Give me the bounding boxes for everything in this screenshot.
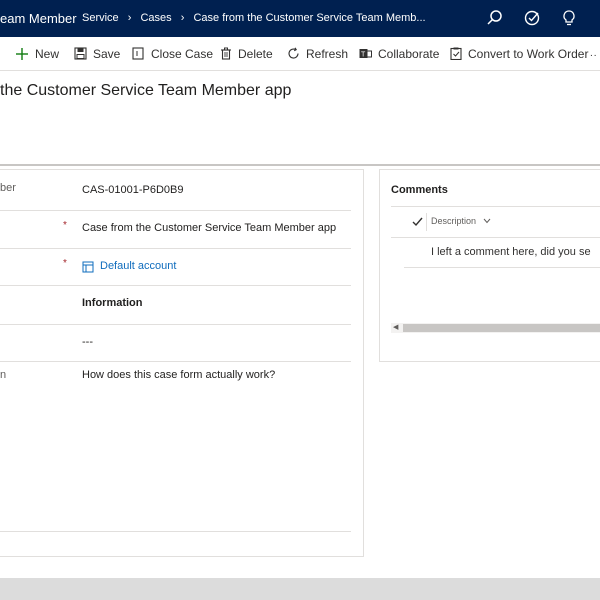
lightbulb-icon[interactable] [560, 9, 578, 27]
collaborate-button[interactable]: T Collaborate [359, 37, 439, 70]
empty-field-value[interactable]: --- [82, 336, 93, 348]
description-label: n [0, 369, 7, 381]
origin-row: Information [0, 285, 351, 325]
comments-header: Comments [391, 184, 448, 196]
comments-grid-header: Description [391, 206, 600, 238]
refresh-icon [288, 47, 299, 59]
chevron-right-icon: › [127, 12, 132, 24]
close-case-button[interactable]: Close Case [132, 37, 213, 70]
chevron-down-icon[interactable] [483, 218, 491, 224]
top-navigation-bar: eam Member Service › Cases › Case from t… [0, 0, 600, 37]
case-number-label: ber [0, 182, 16, 194]
description-field[interactable]: How does this case form actually work? [82, 369, 275, 381]
checkmark-icon[interactable] [412, 217, 423, 227]
collaborate-label: Collaborate [378, 46, 440, 61]
comment-row[interactable]: I left a comment here, did you se [404, 237, 600, 268]
app-title[interactable]: eam Member [0, 11, 77, 26]
case-form-section: ber CAS-01001-P6D0B9 * Case from the Cus… [0, 169, 364, 557]
customer-row: * Default account [0, 248, 351, 286]
comment-text: I left a comment here, did you se [431, 246, 591, 258]
collaborate-icon: T [359, 49, 372, 59]
new-button[interactable]: New [15, 37, 59, 70]
customer-link[interactable]: Default account [100, 260, 176, 272]
case-number-row: ber CAS-01001-P6D0B9 [0, 170, 351, 211]
task-check-icon[interactable] [523, 9, 541, 27]
breadcrumb-cases[interactable]: Cases [140, 12, 171, 24]
case-title-row: * Case from the Customer Service Team Me… [0, 210, 351, 249]
column-divider [426, 213, 427, 231]
close-case-label: Close Case [151, 46, 214, 61]
work-order-icon [450, 47, 462, 60]
scrollbar-thumb[interactable] [403, 324, 600, 332]
svg-text:T: T [361, 52, 366, 59]
save-label: Save [93, 46, 121, 61]
account-icon [82, 261, 94, 273]
chevron-right-icon: › [180, 12, 185, 24]
scroll-left-icon[interactable]: ◀ [393, 323, 398, 331]
empty-field-row: --- [0, 324, 351, 362]
save-button[interactable]: Save [74, 37, 120, 70]
trash-icon [221, 47, 231, 60]
header-divider [0, 164, 600, 166]
description-row: n How does this case form actually work? [0, 361, 351, 532]
refresh-button[interactable]: Refresh [287, 37, 348, 70]
refresh-label: Refresh [306, 46, 349, 61]
breadcrumb-service[interactable]: Service [82, 12, 119, 24]
close-case-icon [132, 47, 144, 60]
required-marker: * [63, 258, 67, 269]
breadcrumb-current[interactable]: Case from the Customer Service Team Memb… [193, 12, 425, 24]
more-commands-icon[interactable]: .. [590, 37, 598, 70]
case-title-field[interactable]: Case from the Customer Service Team Memb… [82, 222, 336, 234]
save-icon [74, 47, 87, 60]
new-label: New [35, 46, 60, 61]
command-bar: New Save Close Case Delete Refresh T Col… [0, 37, 600, 71]
horizontal-scrollbar[interactable]: ◀ [391, 323, 600, 333]
breadcrumb: Service › Cases › Case from the Customer… [82, 12, 426, 24]
origin-value[interactable]: Information [82, 297, 143, 309]
comments-panel: Comments Description I left a comment he… [379, 169, 600, 362]
required-marker: * [63, 220, 67, 231]
search-icon[interactable] [486, 9, 504, 27]
description-column-header[interactable]: Description [431, 216, 476, 226]
delete-button[interactable]: Delete [220, 37, 273, 70]
delete-label: Delete [238, 46, 273, 61]
footer-bar [0, 578, 600, 600]
convert-label: Convert to Work Order [468, 46, 589, 61]
case-number-value[interactable]: CAS-01001-P6D0B9 [82, 184, 184, 196]
convert-to-work-order-button[interactable]: Convert to Work Order [450, 37, 588, 70]
plus-icon [16, 47, 28, 60]
record-title: the Customer Service Team Member app [0, 82, 292, 99]
